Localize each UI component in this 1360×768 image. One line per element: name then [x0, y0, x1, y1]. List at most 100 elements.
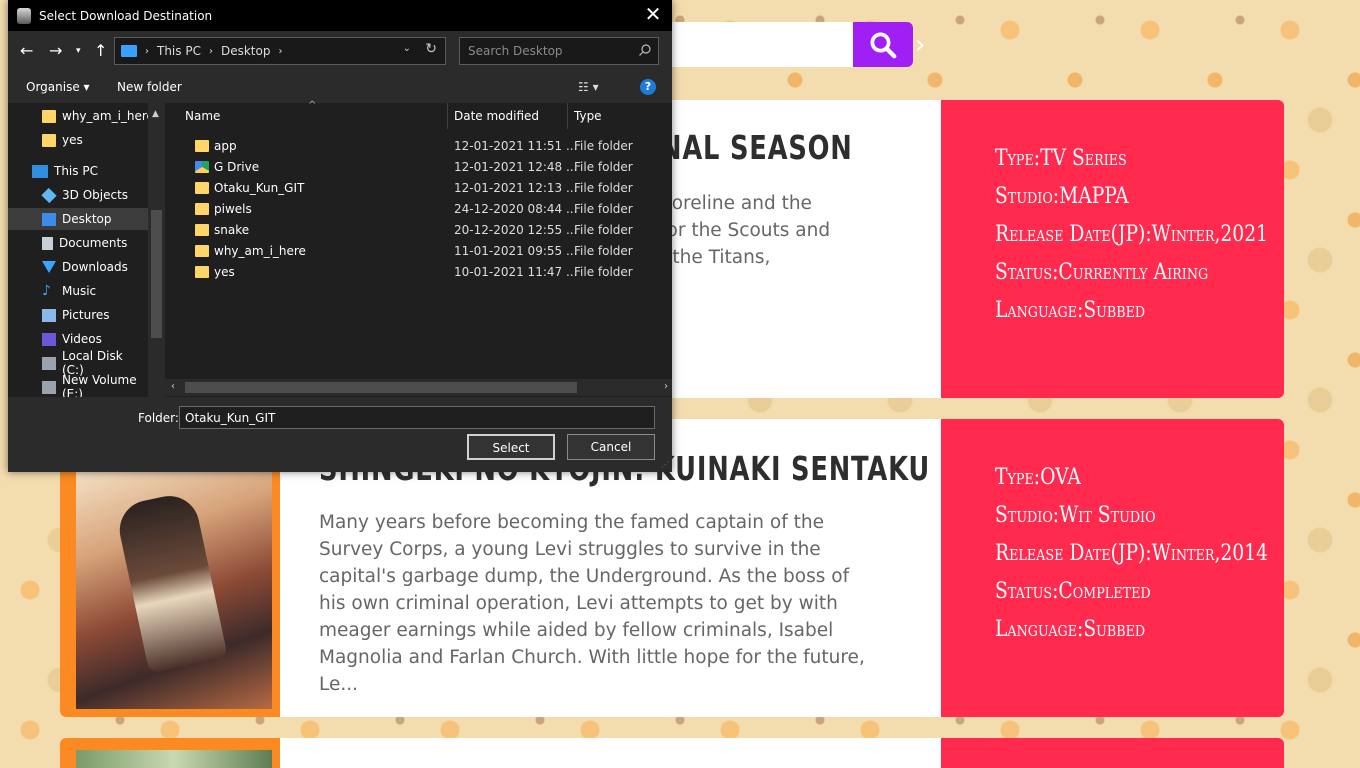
nav-item-label: yes: [62, 133, 83, 147]
anime-description: horeline and the for the Scouts and f th…: [660, 193, 831, 268]
breadcrumb-desktop[interactable]: Desktop: [221, 44, 271, 58]
file-type: File folder: [574, 243, 633, 258]
scrollbar-thumb[interactable]: [185, 382, 577, 393]
nav-item-label: 3D Objects: [62, 188, 129, 202]
up-arrow-icon[interactable]: ↑: [94, 41, 107, 60]
breadcrumb-this-pc[interactable]: This PC: [157, 44, 201, 58]
forward-arrow-icon[interactable]: →: [49, 41, 62, 60]
view-options-icon[interactable]: ☷ ▾: [578, 80, 599, 94]
breadcrumb-separator-icon[interactable]: ›: [209, 46, 213, 57]
column-divider[interactable]: [447, 103, 448, 129]
file-row[interactable]: yes 10-01-2021 11:47 ... File folder: [185, 261, 665, 282]
dialog-title: Select Download Destination: [39, 8, 213, 23]
desktop-icon: [42, 212, 56, 226]
videos-icon: [42, 332, 56, 346]
cancel-button[interactable]: Cancel: [567, 434, 655, 460]
folder-icon: [195, 244, 209, 257]
file-row[interactable]: G Drive 12-01-2021 12:48 ... File folder: [185, 156, 665, 177]
google-drive-icon: [195, 160, 209, 173]
nav-item-documents[interactable]: Documents: [8, 232, 148, 254]
music-icon: ♪: [42, 282, 51, 299]
organise-menu-button[interactable]: Organise ▾: [26, 80, 90, 94]
nav-item-this-pc[interactable]: This PC: [8, 160, 148, 182]
nav-item-why-am-i-here[interactable]: why_am_i_here: [8, 105, 154, 127]
file-row[interactable]: piwels 24-12-2020 08:44 ... File folder: [185, 198, 665, 219]
file-row[interactable]: Otaku_Kun_GIT 12-01-2021 12:13 ... File fo…: [185, 177, 665, 198]
file-name: piwels: [214, 201, 252, 216]
folder-field[interactable]: [179, 406, 655, 429]
file-name: why_am_i_here: [214, 243, 306, 258]
address-dropdown-icon[interactable]: ⌄: [403, 43, 411, 54]
info-type: Type:OVA: [995, 465, 1081, 490]
scroll-left-icon[interactable]: ‹: [171, 381, 175, 392]
search-desktop-input[interactable]: Search Desktop: [459, 37, 659, 65]
nav-item-yes[interactable]: yes: [8, 129, 148, 151]
anime-poster-image[interactable]: [76, 750, 272, 768]
command-bar: Organise ▾ New folder ☷ ▾ ?: [8, 73, 672, 103]
horizontal-scrollbar[interactable]: ‹ ›: [165, 379, 672, 396]
nav-item-new-volume-e[interactable]: New Volume (E:): [8, 373, 148, 397]
file-date: 24-12-2020 08:44 ...: [454, 201, 578, 216]
nav-item-3d-objects[interactable]: 3D Objects: [8, 184, 148, 206]
info-type: Type:TV Series: [995, 146, 1127, 171]
file-name: Otaku_Kun_GIT: [214, 180, 305, 195]
file-date: 12-01-2021 11:51 ...: [454, 138, 578, 153]
nav-item-desktop[interactable]: Desktop: [8, 208, 148, 230]
anime-card[interactable]: [60, 738, 1284, 768]
file-date: 10-01-2021 11:47 ...: [454, 264, 578, 279]
nav-item-local-disk-c[interactable]: Local Disk (C:): [8, 349, 148, 377]
download-icon: [42, 261, 56, 273]
file-name: G Drive: [214, 159, 260, 174]
file-type: File folder: [574, 180, 633, 195]
site-search-input[interactable]: [665, 22, 855, 67]
column-header-type[interactable]: Type: [574, 103, 664, 129]
anime-poster-image[interactable]: [76, 467, 272, 709]
address-bar[interactable]: › This PC › Desktop › ⌄ ↻: [114, 37, 446, 65]
nav-item-label: This PC: [54, 164, 98, 178]
scrollbar-thumb[interactable]: [151, 210, 162, 338]
search-icon[interactable]: [638, 43, 652, 57]
nav-item-videos[interactable]: Videos: [8, 328, 148, 350]
nav-item-downloads[interactable]: Downloads: [8, 256, 148, 278]
close-icon[interactable]: ✕: [642, 4, 664, 24]
nav-item-pictures[interactable]: Pictures: [8, 304, 148, 326]
folder-icon: [195, 202, 209, 215]
computer-icon: [121, 45, 137, 57]
help-icon[interactable]: ?: [640, 79, 656, 95]
info-release-date: Release Date(JP):Winter,2014: [995, 541, 1269, 566]
folder-icon: [195, 181, 209, 194]
nav-item-label: Desktop: [62, 212, 112, 226]
dialog-title-bar[interactable]: Select Download Destination ✕: [8, 0, 672, 31]
navigation-scrollbar[interactable]: ▲: [148, 103, 165, 397]
site-search-button[interactable]: [853, 22, 913, 67]
file-type: File folder: [574, 138, 633, 153]
breadcrumb-separator-icon[interactable]: ›: [145, 46, 149, 57]
scroll-right-icon[interactable]: ›: [664, 381, 668, 392]
info-studio: Studio:Wit Studio: [995, 503, 1156, 528]
file-list: ^ Name Date modified Type app 12-01-2021 …: [165, 100, 672, 397]
column-divider[interactable]: [567, 103, 568, 129]
breadcrumb-separator-icon[interactable]: ›: [278, 46, 282, 57]
select-button[interactable]: Select: [467, 434, 555, 460]
nav-item-label: Music: [62, 284, 97, 298]
file-row[interactable]: app 12-01-2021 11:51 ... File folder: [185, 135, 665, 156]
nav-item-music[interactable]: ♪ Music: [8, 280, 148, 302]
file-row[interactable]: snake 20-12-2020 12:55 ... File folder: [185, 219, 665, 240]
column-header-name[interactable]: Name: [185, 103, 439, 129]
new-folder-button[interactable]: New folder: [117, 80, 182, 94]
anime-info-panel: Type:TV Series Studio:MAPPA Release Date…: [941, 100, 1284, 398]
resize-grip-icon[interactable]: ⋰: [661, 460, 669, 469]
anime-title[interactable]: NAL SEASON: [660, 128, 853, 167]
column-header-date-modified[interactable]: Date modified: [454, 103, 564, 129]
info-language: Language:Subbed: [995, 617, 1146, 642]
file-type: File folder: [574, 159, 633, 174]
search-placeholder: Search Desktop: [468, 44, 563, 58]
nav-item-label: Videos: [62, 332, 102, 346]
navigation-pane: why_am_i_here yes This PC 3D Objects Des…: [8, 103, 165, 397]
document-icon: [42, 236, 53, 250]
recent-locations-chevron-icon[interactable]: ▾: [76, 46, 81, 56]
back-arrow-icon[interactable]: ←: [20, 41, 33, 60]
file-row[interactable]: why_am_i_here 11-01-2021 09:55 ... File fo…: [185, 240, 665, 261]
refresh-icon[interactable]: ↻: [425, 41, 437, 57]
scroll-up-icon[interactable]: ▲: [152, 109, 159, 119]
